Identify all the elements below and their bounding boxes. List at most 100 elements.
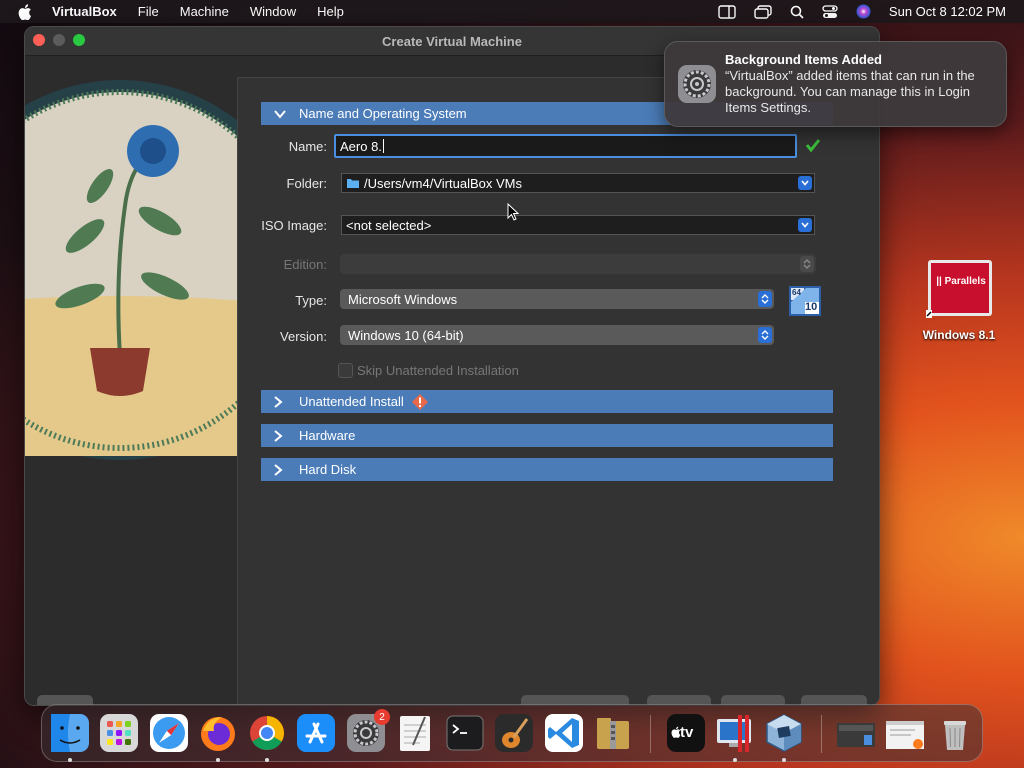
firefox-icon[interactable] — [198, 713, 238, 753]
warning-icon — [411, 393, 428, 410]
chrome-icon[interactable] — [247, 713, 287, 753]
wizard-illustration — [25, 56, 237, 705]
version-label: Version: — [280, 329, 327, 344]
skip-unattended-checkbox[interactable] — [338, 363, 353, 378]
notification-title: Background Items Added — [725, 52, 882, 67]
notification-badge: 2 — [374, 709, 390, 725]
close-window-button[interactable] — [33, 34, 45, 46]
chevron-right-icon — [273, 429, 287, 443]
archive-utility-icon[interactable] — [593, 713, 633, 753]
section-unattended[interactable]: Unattended Install — [261, 390, 833, 413]
chevron-down-icon — [273, 107, 287, 121]
os-badge-10: 10 — [805, 301, 818, 313]
window-title: Create Virtual Machine — [382, 33, 522, 49]
vscode-icon[interactable] — [544, 713, 584, 753]
type-label: Type: — [295, 293, 327, 308]
apple-icon[interactable] — [18, 3, 34, 20]
edition-label: Edition: — [283, 257, 327, 272]
notification-body: “VirtualBox” added items that can run in… — [725, 68, 975, 115]
dock-separator — [650, 715, 651, 753]
type-select[interactable]: Microsoft Windows — [340, 289, 774, 309]
section-hard-disk[interactable]: Hard Disk — [261, 458, 833, 481]
running-indicator — [733, 758, 737, 762]
text-cursor — [382, 139, 384, 153]
mouse-pointer-icon — [507, 202, 520, 226]
folder-dropdown-button[interactable] — [798, 176, 812, 190]
safari-icon[interactable] — [149, 713, 189, 753]
running-indicator — [216, 758, 220, 762]
parallels-logo-text: || Parallels — [936, 276, 986, 287]
updown-arrows-icon — [800, 256, 814, 272]
chevron-right-icon — [273, 463, 287, 477]
running-indicator — [782, 758, 786, 762]
desktop-icon-windows81[interactable]: || Parallels — [922, 258, 998, 325]
textedit-icon[interactable] — [395, 713, 435, 753]
edition-select[interactable] — [340, 254, 816, 274]
app-store-icon[interactable] — [296, 713, 336, 753]
apple-tv-icon[interactable]: tv — [666, 713, 706, 753]
trash-icon[interactable] — [935, 713, 975, 753]
terminal-icon[interactable] — [445, 713, 485, 753]
running-indicator — [68, 758, 72, 762]
folder-label: Folder: — [286, 176, 327, 191]
sidebar-panel-icon[interactable] — [718, 4, 736, 19]
system-settings-dock-icon[interactable]: 2 — [346, 709, 390, 753]
version-value: Windows 10 (64-bit) — [348, 327, 464, 343]
launchpad-icon[interactable] — [99, 713, 139, 753]
virtualbox-icon[interactable] — [764, 713, 804, 753]
updown-arrows-icon — [758, 291, 772, 307]
siri-icon[interactable] — [856, 4, 871, 19]
section-name-os-label: Name and Operating System — [299, 106, 467, 121]
section-hardware[interactable]: Hardware — [261, 424, 833, 447]
skip-unattended-label: Skip Unattended Installation — [357, 363, 519, 378]
name-input[interactable]: Aero 8. — [334, 134, 797, 158]
menu-file[interactable]: File — [138, 4, 159, 19]
recent-window-thumbnail-2[interactable] — [885, 713, 925, 753]
iso-value: <not selected> — [346, 217, 432, 233]
garageband-icon[interactable] — [494, 713, 534, 753]
minimize-window-button[interactable] — [53, 34, 65, 46]
dock: 2 tv — [41, 704, 983, 762]
chevron-right-icon — [273, 395, 287, 409]
spotlight-search-icon[interactable] — [790, 5, 804, 19]
valid-checkmark-icon — [805, 137, 821, 158]
menu-clock[interactable]: Sun Oct 8 12:02 PM — [889, 4, 1006, 19]
updown-arrows-icon — [758, 327, 772, 343]
apple-logo-small-icon — [671, 726, 681, 738]
zoom-window-button[interactable] — [73, 34, 85, 46]
iso-combobox[interactable]: <not selected> — [341, 215, 815, 235]
running-indicator — [265, 758, 269, 762]
window-switcher-icon[interactable] — [754, 4, 772, 19]
name-label: Name: — [288, 139, 327, 154]
menu-bar: VirtualBox File Machine Window Help Sun … — [0, 0, 1024, 23]
desktop-icon-label: Windows 8.1 — [922, 328, 996, 342]
dock-separator — [821, 715, 822, 753]
create-vm-window: Create Virtual Machine Name and Operatin… — [24, 26, 880, 706]
name-input-value: Aero 8. — [340, 138, 382, 154]
section-hard-disk-label: Hard Disk — [299, 462, 357, 477]
apple-tv-label: tv — [680, 724, 694, 741]
section-hardware-label: Hardware — [299, 428, 356, 443]
system-settings-icon — [677, 64, 717, 104]
folder-combobox[interactable]: /Users/vm4/VirtualBox VMs — [341, 173, 815, 193]
folder-value: /Users/vm4/VirtualBox VMs — [364, 175, 522, 191]
section-unattended-label: Unattended Install — [299, 394, 404, 409]
traffic-lights — [33, 34, 93, 46]
type-value: Microsoft Windows — [348, 291, 458, 307]
background-items-notification[interactable]: Background Items Added “VirtualBox” adde… — [664, 41, 1007, 127]
recent-window-thumbnail-1[interactable] — [836, 713, 876, 753]
version-select[interactable]: Windows 10 (64-bit) — [340, 325, 774, 345]
finder-icon[interactable] — [50, 713, 90, 753]
menu-extras: Sun Oct 8 12:02 PM — [700, 0, 1006, 23]
iso-label: ISO Image: — [261, 218, 327, 233]
menu-machine[interactable]: Machine — [180, 4, 229, 19]
os-badge-64: 64 — [792, 288, 801, 297]
menu-help[interactable]: Help — [317, 4, 344, 19]
parallels-icon[interactable] — [715, 713, 755, 753]
menu-window[interactable]: Window — [250, 4, 296, 19]
control-center-icon[interactable] — [822, 4, 838, 19]
iso-dropdown-button[interactable] — [798, 218, 812, 232]
menu-app-name[interactable]: VirtualBox — [52, 4, 117, 19]
folder-icon — [346, 177, 360, 189]
os-type-icon: 64 10 — [789, 286, 821, 316]
